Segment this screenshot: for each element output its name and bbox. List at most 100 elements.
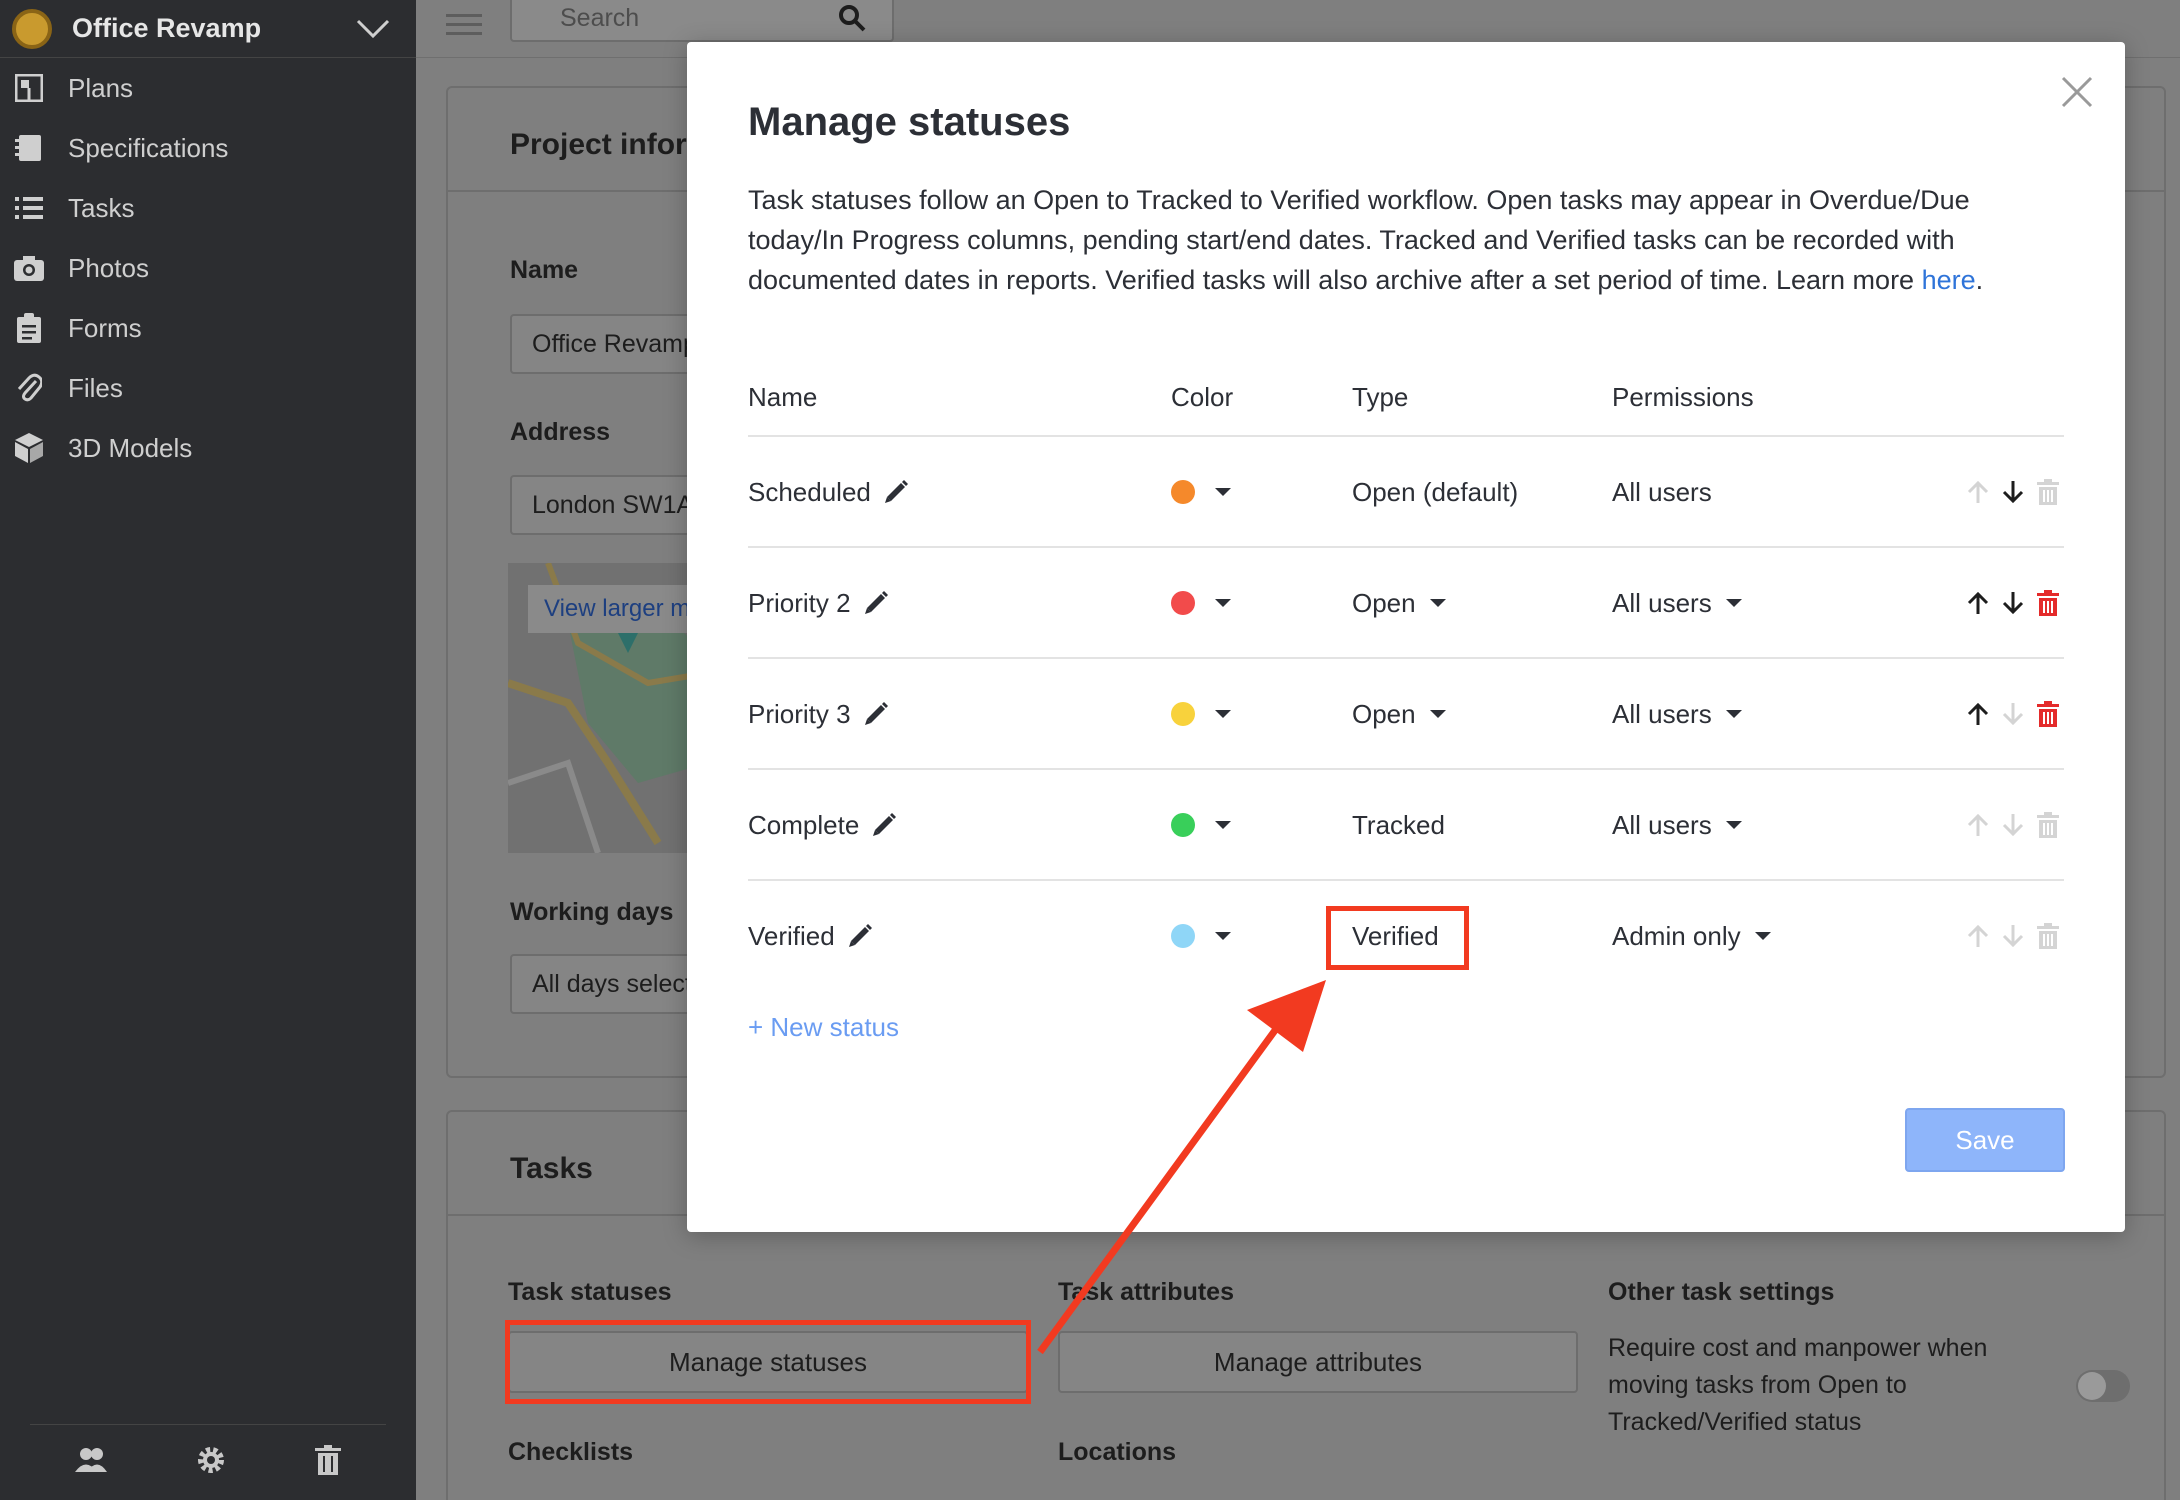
status-name-cell: Verified xyxy=(748,881,873,991)
edit-pencil-icon[interactable] xyxy=(871,812,897,838)
color-picker[interactable] xyxy=(1171,881,1231,991)
status-name: Priority 3 xyxy=(748,698,851,729)
view-larger-map-link[interactable]: View larger m xyxy=(528,585,707,633)
menu-icon[interactable] xyxy=(446,8,482,38)
status-color-swatch[interactable] xyxy=(1171,480,1195,504)
cube-icon xyxy=(14,433,44,463)
sidebar: Office Revamp Plans Specifications Tasks Ph… xyxy=(0,0,416,1500)
require-cost-toggle[interactable] xyxy=(2076,1370,2130,1402)
color-dropdown-caret[interactable] xyxy=(1215,599,1231,607)
manage-attributes-button[interactable]: Manage attributes xyxy=(1058,1331,1578,1393)
color-dropdown-caret[interactable] xyxy=(1215,821,1231,829)
color-picker[interactable] xyxy=(1171,659,1231,769)
status-name-cell: Priority 2 xyxy=(748,548,889,658)
type-dropdown-caret[interactable] xyxy=(1429,710,1446,718)
status-color-swatch[interactable] xyxy=(1171,702,1195,726)
status-permissions[interactable]: Admin only xyxy=(1612,881,1771,991)
gear-icon[interactable] xyxy=(196,1445,226,1480)
status-permissions[interactable]: All users xyxy=(1612,659,1742,769)
sidebar-item-plans[interactable]: Plans xyxy=(0,58,416,118)
status-type-label: Open (default) xyxy=(1352,476,1519,507)
delete-trash-icon xyxy=(2033,921,2063,951)
delete-trash-icon[interactable] xyxy=(2033,588,2063,618)
plans-icon xyxy=(14,73,44,103)
search-placeholder: Search xyxy=(560,4,640,32)
move-down-icon[interactable] xyxy=(1998,477,2028,507)
status-type[interactable]: Open xyxy=(1352,548,1446,658)
status-permissions[interactable]: All users xyxy=(1612,548,1742,658)
color-dropdown-caret[interactable] xyxy=(1215,488,1231,496)
status-type-label: Open xyxy=(1352,587,1416,618)
sidebar-item-tasks[interactable]: Tasks xyxy=(0,178,416,238)
checklists-label: Checklists xyxy=(508,1438,634,1466)
color-dropdown-caret[interactable] xyxy=(1215,710,1231,718)
new-status-link[interactable]: + New status xyxy=(748,1012,899,1043)
status-permissions[interactable]: All users xyxy=(1612,770,1742,880)
tasks-icon xyxy=(14,193,44,223)
color-dropdown-caret[interactable] xyxy=(1215,932,1231,940)
sidebar-item-label: Files xyxy=(68,372,123,403)
status-row: Priority 3 Open All users xyxy=(748,659,2064,769)
edit-pencil-icon[interactable] xyxy=(863,590,889,616)
edit-pencil-icon[interactable] xyxy=(847,923,873,949)
status-type-label: Tracked xyxy=(1352,809,1445,840)
status-type-label: Open xyxy=(1352,698,1416,729)
move-down-icon xyxy=(1998,921,2028,951)
status-permissions-label: All users xyxy=(1612,809,1712,840)
map-thumbnail[interactable]: View larger m xyxy=(508,563,708,853)
annotation-box-manage-statuses xyxy=(505,1320,1031,1404)
annotation-box-verified-type xyxy=(1326,906,1469,970)
status-type[interactable]: Open xyxy=(1352,659,1446,769)
other-task-settings-label: Other task settings xyxy=(1608,1278,1835,1306)
status-row: Complete Tracked All users xyxy=(748,770,2064,880)
search-icon[interactable] xyxy=(838,4,866,37)
sidebar-item-photos[interactable]: Photos xyxy=(0,238,416,298)
sidebar-item-forms[interactable]: Forms xyxy=(0,298,416,358)
search-input[interactable]: Search xyxy=(510,0,894,42)
learn-more-link[interactable]: here xyxy=(1922,265,1976,295)
status-permissions-label: Admin only xyxy=(1612,920,1741,951)
sidebar-item-label: 3D Models xyxy=(68,432,193,463)
delete-trash-icon xyxy=(2033,477,2063,507)
chevron-down-icon[interactable] xyxy=(348,9,398,49)
color-picker[interactable] xyxy=(1171,770,1231,880)
sidebar-nav: Plans Specifications Tasks Photos Forms Files… xyxy=(0,58,416,478)
move-up-icon xyxy=(1963,477,1993,507)
status-color-swatch[interactable] xyxy=(1171,924,1195,948)
color-picker[interactable] xyxy=(1171,437,1231,547)
sidebar-item-specifications[interactable]: Specifications xyxy=(0,118,416,178)
people-icon[interactable] xyxy=(74,1447,107,1478)
trash-icon[interactable] xyxy=(315,1445,342,1480)
color-picker[interactable] xyxy=(1171,548,1231,658)
move-up-icon xyxy=(1963,921,1993,951)
move-down-icon[interactable] xyxy=(1998,588,2028,618)
row-actions xyxy=(1958,659,2063,769)
permissions-dropdown-caret[interactable] xyxy=(1725,710,1742,718)
close-icon[interactable] xyxy=(2059,74,2095,110)
status-name-cell: Priority 3 xyxy=(748,659,889,769)
paperclip-icon xyxy=(14,373,44,403)
move-up-icon[interactable] xyxy=(1963,699,1993,729)
project-switcher[interactable]: Office Revamp xyxy=(0,0,416,58)
sidebar-item-files[interactable]: Files xyxy=(0,358,416,418)
permissions-dropdown-caret[interactable] xyxy=(1725,599,1742,607)
row-actions xyxy=(1958,770,2063,880)
move-up-icon[interactable] xyxy=(1963,588,1993,618)
sidebar-item-3d-models[interactable]: 3D Models xyxy=(0,418,416,478)
status-color-swatch[interactable] xyxy=(1171,591,1195,615)
permissions-dropdown-caret[interactable] xyxy=(1754,932,1771,940)
locations-label: Locations xyxy=(1058,1438,1177,1466)
status-name: Priority 2 xyxy=(748,587,851,618)
column-header-color: Color xyxy=(1171,382,1234,412)
sidebar-item-label: Forms xyxy=(68,312,142,343)
edit-pencil-icon[interactable] xyxy=(883,479,909,505)
delete-trash-icon[interactable] xyxy=(2033,699,2063,729)
status-color-swatch[interactable] xyxy=(1171,813,1195,837)
save-button[interactable]: Save xyxy=(1905,1108,2065,1172)
permissions-dropdown-caret[interactable] xyxy=(1725,821,1742,829)
status-permissions-label: All users xyxy=(1612,587,1712,618)
status-name-cell: Complete xyxy=(748,770,897,880)
status-name: Complete xyxy=(748,809,860,840)
edit-pencil-icon[interactable] xyxy=(863,701,889,727)
type-dropdown-caret[interactable] xyxy=(1429,599,1446,607)
